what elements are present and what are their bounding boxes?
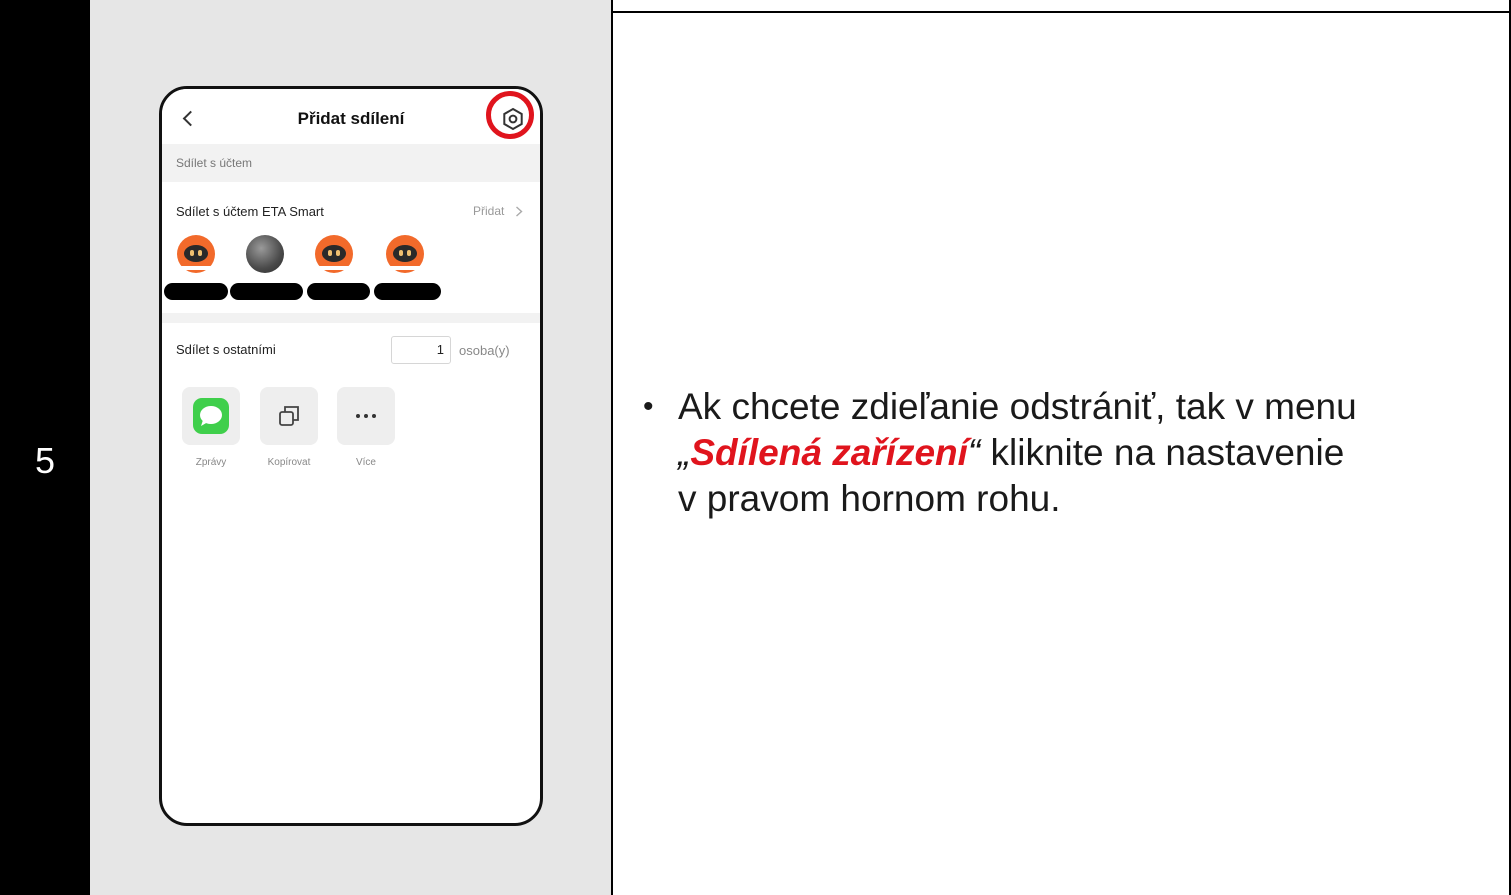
bullet: • [643, 390, 654, 423]
section-label: Sdílet s účtem [176, 156, 253, 170]
copy-icon [279, 406, 299, 426]
instruction-line-1: Ak chcete zdieľanie odstrániť, tak v men… [678, 386, 1357, 427]
app-header: Přidat sdílení [162, 89, 540, 144]
menu-name: Sdílená zařízení [690, 432, 968, 473]
divider [162, 313, 540, 323]
person-count-input[interactable]: 1 [391, 336, 451, 364]
others-share-label: Sdílet s ostatními [176, 342, 276, 357]
device-avatar[interactable] [386, 235, 424, 273]
add-label: Přidat [473, 204, 505, 218]
more-label: Více [355, 457, 376, 468]
device-avatar[interactable] [315, 235, 353, 273]
message-icon [193, 398, 229, 434]
more-share-button[interactable] [337, 387, 395, 445]
copy-share-button[interactable] [260, 387, 318, 445]
quote-close: “ [967, 432, 981, 473]
step-number: 5 [34, 440, 56, 481]
add-share-link[interactable]: Přidat [473, 202, 533, 220]
count-unit: osoba(y) [459, 343, 510, 358]
phone-frame: Přidat sdílení Sdílet s účtem Sdílet s ú… [159, 86, 543, 826]
more-icon [356, 414, 376, 418]
quote-open: „ [678, 432, 691, 473]
step-column: 5 [0, 0, 90, 895]
messages-label: Zprávy [195, 457, 227, 468]
redaction-bar [374, 283, 441, 300]
instruction-line-3: v pravom hornom rohu. [678, 478, 1061, 519]
chevron-right-icon [516, 206, 523, 217]
device-avatar[interactable] [177, 235, 215, 273]
redaction-bar [164, 283, 228, 300]
instruction-line-2: „Sdílená zařízení“ kliknite na nastaveni… [678, 430, 1488, 476]
page-title: Přidat sdílení [297, 109, 405, 128]
photo-avatar[interactable] [246, 235, 284, 273]
redaction-bar [230, 283, 303, 300]
redaction-bar [307, 283, 370, 300]
messages-share-button[interactable] [182, 387, 240, 445]
eta-share-label: Sdílet s účtem ETA Smart [176, 204, 324, 219]
copy-label: Kopírovat [267, 457, 311, 468]
instruction-lines: Ak chcete zdieľanie odstrániť, tak v men… [678, 384, 1488, 522]
instruction-line-2-rest: kliknite na nastavenie [980, 432, 1345, 473]
highlight-circle [486, 91, 534, 139]
